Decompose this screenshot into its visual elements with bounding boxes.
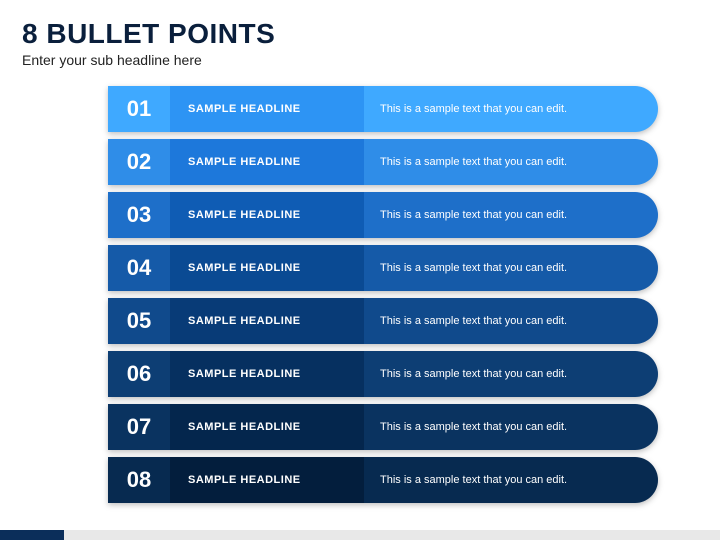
bullet-headline: SAMPLE HEADLINE <box>170 457 364 503</box>
bullet-number: 05 <box>108 298 170 344</box>
bullet-description: This is a sample text that you can edit. <box>364 404 658 450</box>
bullet-headline: SAMPLE HEADLINE <box>170 86 364 132</box>
bullet-number: 02 <box>108 139 170 185</box>
bullet-description: This is a sample text that you can edit. <box>364 192 658 238</box>
bullet-headline: SAMPLE HEADLINE <box>170 139 364 185</box>
bullet-number: 06 <box>108 351 170 397</box>
bullet-number: 07 <box>108 404 170 450</box>
bullet-description: This is a sample text that you can edit. <box>364 86 658 132</box>
bullet-number: 04 <box>108 245 170 291</box>
bullet-description: This is a sample text that you can edit. <box>364 351 658 397</box>
bullet-row: 01SAMPLE HEADLINEThis is a sample text t… <box>108 86 658 132</box>
bullet-row: 07SAMPLE HEADLINEThis is a sample text t… <box>108 404 658 450</box>
bullet-headline: SAMPLE HEADLINE <box>170 245 364 291</box>
bullet-row: 04SAMPLE HEADLINEThis is a sample text t… <box>108 245 658 291</box>
footer-bar <box>0 530 720 540</box>
bullet-row: 03SAMPLE HEADLINEThis is a sample text t… <box>108 192 658 238</box>
page-title: 8 BULLET POINTS <box>0 0 720 52</box>
bullet-row: 02SAMPLE HEADLINEThis is a sample text t… <box>108 139 658 185</box>
bullet-description: This is a sample text that you can edit. <box>364 139 658 185</box>
bullet-number: 01 <box>108 86 170 132</box>
bullet-description: This is a sample text that you can edit. <box>364 245 658 291</box>
bullet-description: This is a sample text that you can edit. <box>364 457 658 503</box>
bullet-headline: SAMPLE HEADLINE <box>170 351 364 397</box>
bullet-number: 03 <box>108 192 170 238</box>
bullet-row: 06SAMPLE HEADLINEThis is a sample text t… <box>108 351 658 397</box>
bullet-headline: SAMPLE HEADLINE <box>170 298 364 344</box>
bullet-number: 08 <box>108 457 170 503</box>
page-subtitle: Enter your sub headline here <box>0 52 720 86</box>
bullet-description: This is a sample text that you can edit. <box>364 298 658 344</box>
bullet-headline: SAMPLE HEADLINE <box>170 192 364 238</box>
bullet-row: 05SAMPLE HEADLINEThis is a sample text t… <box>108 298 658 344</box>
bullet-row: 08SAMPLE HEADLINEThis is a sample text t… <box>108 457 658 503</box>
bullet-headline: SAMPLE HEADLINE <box>170 404 364 450</box>
bullet-list: 01SAMPLE HEADLINEThis is a sample text t… <box>0 86 720 503</box>
